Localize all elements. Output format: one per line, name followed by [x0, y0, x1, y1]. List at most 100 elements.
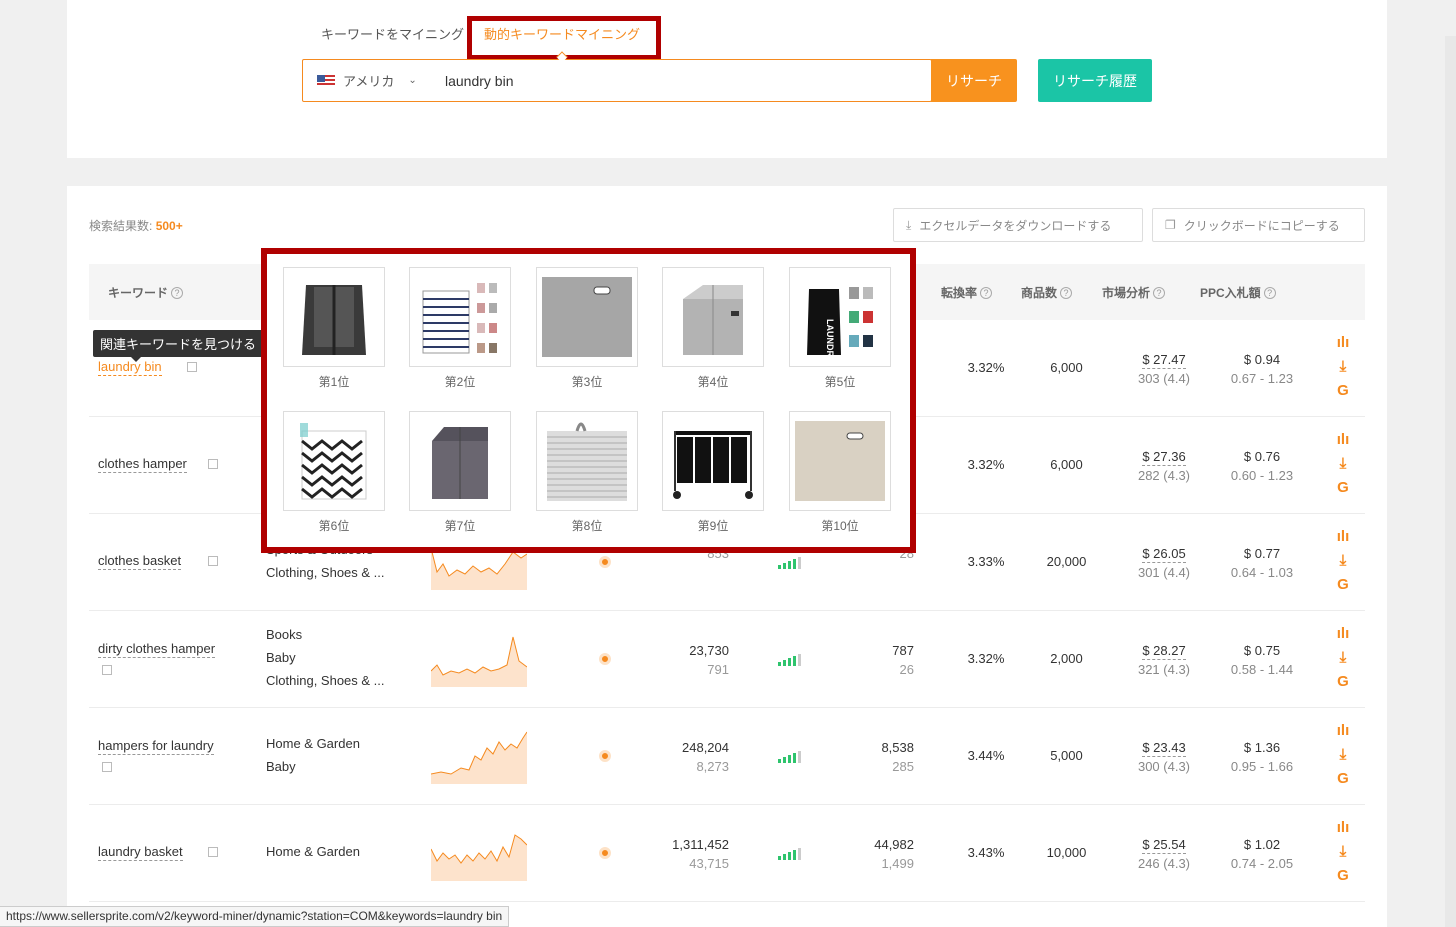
- external-link-icon[interactable]: [208, 459, 218, 469]
- download-icon[interactable]: ⤓: [1335, 550, 1351, 574]
- keyword-input[interactable]: [429, 72, 909, 89]
- download-icon[interactable]: ⤓: [1335, 647, 1351, 671]
- conversion-rate: 3.32%: [967, 457, 1005, 472]
- competition-bars: [778, 557, 801, 569]
- row-actions: ılı ⤓ G: [1335, 817, 1351, 889]
- keyword-link[interactable]: clothes basket: [98, 553, 182, 570]
- conversion-rate: 3.43%: [967, 845, 1005, 860]
- beige-bin-image: [795, 421, 885, 501]
- market-analysis[interactable]: $ 23.43 300 (4.3): [1119, 738, 1209, 776]
- status-bar-url: https://www.sellersprite.com/v2/keyword-…: [0, 906, 510, 927]
- research-history-button[interactable]: リサーチ履歴: [1038, 59, 1152, 102]
- search-box: アメリカ ⌄: [302, 59, 932, 102]
- trend-sparkline[interactable]: [431, 631, 527, 687]
- external-link-icon[interactable]: [102, 762, 112, 772]
- google-icon[interactable]: G: [1335, 477, 1351, 501]
- ppc-bid: $ 0.77 0.64 - 1.03: [1230, 546, 1294, 580]
- page-scrollbar[interactable]: [1445, 36, 1456, 927]
- google-icon[interactable]: G: [1335, 380, 1351, 404]
- result-count: 検索結果数: 500+: [89, 219, 183, 233]
- product-rank-8[interactable]: 第8位: [536, 411, 638, 534]
- keyword-link[interactable]: clothes hamper: [98, 456, 187, 473]
- pinstripe-bin-image: [547, 422, 627, 501]
- download-icon[interactable]: ⤓: [1335, 841, 1351, 865]
- competition-bars: [778, 751, 801, 763]
- market-select[interactable]: アメリカ ⌄: [303, 71, 429, 90]
- market-analysis[interactable]: $ 27.47 303 (4.4): [1119, 350, 1209, 388]
- product-rank-6[interactable]: 第6位: [283, 411, 385, 534]
- results-volume: 44,982 1,499: [874, 837, 914, 871]
- market-analysis[interactable]: $ 28.27 321 (4.3): [1119, 641, 1209, 679]
- product-count: 5,000: [1050, 748, 1083, 763]
- product-rank-3[interactable]: 第3位: [536, 267, 638, 390]
- product-count: 6,000: [1050, 457, 1083, 472]
- product-rank-4[interactable]: 第4位: [662, 267, 764, 390]
- table-row: laundry basket Home & Garden 1,311,452 43,…: [89, 805, 1365, 902]
- search-volume: 1,311,452 43,715: [672, 837, 729, 871]
- bar-chart-icon[interactable]: ılı: [1335, 526, 1351, 550]
- trend-sparkline[interactable]: [431, 728, 527, 784]
- header-keyword[interactable]: キーワード?: [108, 284, 184, 301]
- keyword-link[interactable]: laundry basket: [98, 844, 183, 861]
- category-list: Books Baby Clothing, Shoes & ...: [266, 623, 385, 692]
- competition-bars: [778, 654, 801, 666]
- google-icon[interactable]: G: [1335, 574, 1351, 598]
- market-analysis[interactable]: $ 26.05 301 (4.4): [1119, 544, 1209, 582]
- conversion-rate: 3.33%: [967, 554, 1005, 569]
- laundry-bag-image: LAUNDRY: [807, 287, 873, 357]
- product-rank-7[interactable]: 第7位: [409, 411, 511, 534]
- table-row: hampers for laundry Home & Garden Baby 248…: [89, 708, 1365, 805]
- search-volume: 23,730 791: [689, 643, 729, 677]
- market-analysis[interactable]: $ 25.54 246 (4.3): [1119, 835, 1209, 873]
- product-rank-9[interactable]: 第9位: [662, 411, 764, 534]
- help-icon: ?: [1263, 287, 1276, 299]
- trend-sparkline[interactable]: [431, 825, 527, 881]
- research-button[interactable]: リサーチ: [931, 59, 1017, 102]
- external-link-icon[interactable]: [208, 556, 218, 566]
- download-excel-button[interactable]: ⤓ エクセルデータをダウンロードする: [893, 208, 1143, 242]
- header-ppc[interactable]: PPC入札額?: [1200, 284, 1276, 301]
- download-icon[interactable]: ⤓: [1335, 356, 1351, 380]
- product-count: 10,000: [1046, 845, 1087, 860]
- product-rank-1[interactable]: 第1位: [283, 267, 385, 390]
- chevron-hamper-image: [300, 423, 367, 500]
- product-rank-10[interactable]: 第10位: [789, 411, 891, 534]
- header-market-analysis[interactable]: 市場分析?: [1102, 284, 1166, 301]
- striped-hamper-image: [422, 283, 497, 354]
- header-products[interactable]: 商品数?: [1021, 284, 1073, 301]
- keyword-link[interactable]: hampers for laundry: [98, 738, 214, 755]
- category-item: Clothing, Shoes & ...: [266, 565, 385, 580]
- row-actions: ılı ⤓ G: [1335, 623, 1351, 695]
- download-icon[interactable]: ⤓: [1335, 744, 1351, 768]
- keyword-link[interactable]: dirty clothes hamper: [98, 641, 216, 658]
- download-icon[interactable]: ⤓: [1335, 453, 1351, 477]
- season-indicator-dot: [599, 750, 611, 762]
- product-rank-5[interactable]: LAUNDRY 第5位: [789, 267, 891, 390]
- external-link-icon[interactable]: [187, 362, 197, 372]
- product-rank-2[interactable]: 第2位: [409, 267, 511, 390]
- external-link-icon[interactable]: [102, 665, 112, 675]
- header-conversion[interactable]: 転換率?: [941, 284, 993, 301]
- bar-chart-icon[interactable]: ılı: [1335, 623, 1351, 647]
- keyword-link[interactable]: laundry bin: [98, 359, 162, 376]
- bar-chart-icon[interactable]: ılı: [1335, 817, 1351, 841]
- google-icon[interactable]: G: [1335, 865, 1351, 889]
- dark-divided-hamper-image: [432, 427, 488, 499]
- tab-keyword-mining[interactable]: キーワードをマイニング: [321, 24, 464, 44]
- season-indicator-dot: [599, 847, 611, 859]
- competition-bars: [778, 848, 801, 860]
- bar-chart-icon[interactable]: ılı: [1335, 429, 1351, 453]
- google-icon[interactable]: G: [1335, 671, 1351, 695]
- google-icon[interactable]: G: [1335, 768, 1351, 792]
- row-actions: ılı ⤓ G: [1335, 429, 1351, 501]
- bar-chart-icon[interactable]: ılı: [1335, 720, 1351, 744]
- search-volume: 248,204 8,273: [682, 740, 729, 774]
- bar-chart-icon[interactable]: ılı: [1335, 332, 1351, 356]
- copy-clipboard-button[interactable]: ❐ クリックボードにコピーする: [1152, 208, 1365, 242]
- help-icon: ?: [980, 287, 993, 299]
- external-link-icon[interactable]: [208, 847, 218, 857]
- mesh-hamper-image: [302, 285, 366, 355]
- product-count: 2,000: [1050, 651, 1083, 666]
- conversion-rate: 3.32%: [967, 651, 1005, 666]
- market-analysis[interactable]: $ 27.36 282 (4.3): [1119, 447, 1209, 485]
